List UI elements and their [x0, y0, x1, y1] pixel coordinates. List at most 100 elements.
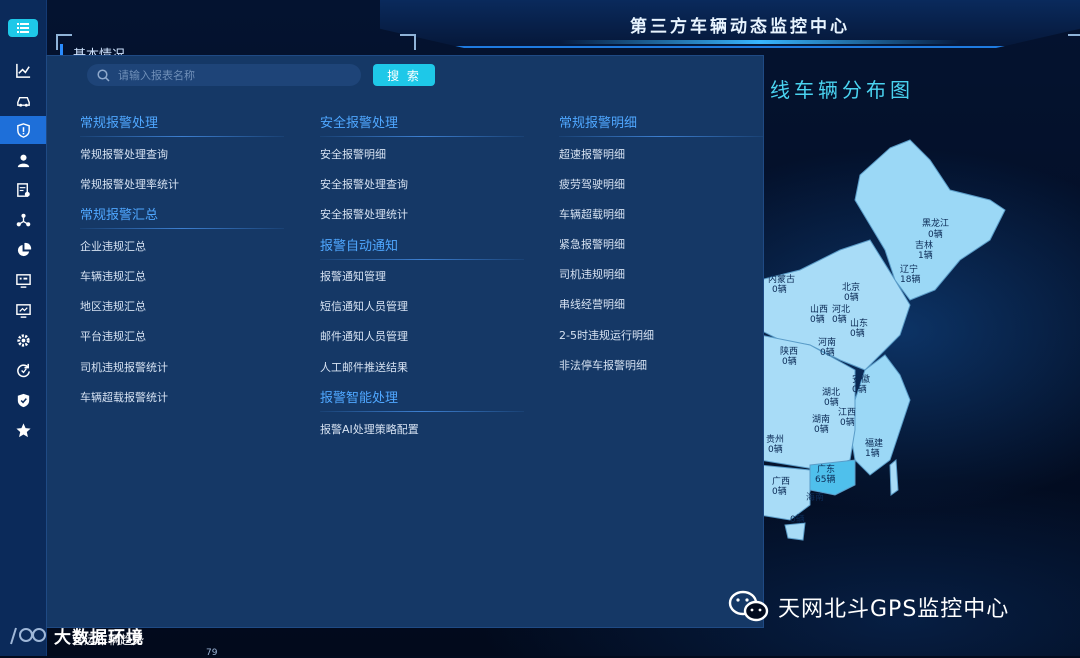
map-region-hainan [784, 522, 806, 541]
wechat-watermark: 天网北斗GPS监控中心 [728, 590, 1009, 624]
wechat-icon [728, 590, 769, 622]
trend-chart-icon[interactable] [0, 56, 46, 84]
icon-sidebar [0, 0, 47, 656]
brand-logo-icon [10, 627, 46, 645]
map-label-hainan: 海南 [806, 491, 824, 503]
menu-link[interactable]: 企业违规汇总 [80, 238, 146, 254]
map-label-jiangxi: 江西 [838, 407, 856, 418]
search-box [87, 64, 361, 86]
menu-link[interactable]: 短信通知人员管理 [320, 298, 408, 314]
menu-link[interactable]: 疲劳驾驶明细 [559, 176, 625, 192]
frame-corner [400, 34, 416, 50]
map-label-heilongjiang: 黑龙江 [922, 217, 949, 229]
menu-link[interactable]: 地区违规汇总 [80, 298, 146, 314]
map-region-taiwan [889, 458, 899, 496]
menu-link[interactable]: 安全报警处理统计 [320, 206, 408, 222]
search-input[interactable] [116, 67, 350, 83]
map-title: 线车辆分布图 [770, 78, 914, 102]
map-count-hubei: 0辆 [824, 396, 839, 408]
menu-link[interactable]: 报警AI处理策略配置 [320, 421, 419, 437]
menu-link[interactable]: 紧急报警明细 [559, 236, 625, 252]
shield-icon[interactable] [0, 386, 46, 414]
map-count-guangxi: 0辆 [772, 485, 787, 497]
bottom-section-label: 营运车辆趋势 [72, 633, 145, 647]
menu-link[interactable]: 串线经营明细 [559, 296, 625, 312]
map-count-fujian: 1辆 [865, 447, 880, 459]
map-count-jilin: 1辆 [918, 249, 933, 261]
map-label-guizhou: 贵州 [766, 433, 784, 445]
list-menu-icon[interactable] [8, 19, 38, 37]
map-label-beijing: 北京 [842, 281, 860, 293]
map-count-henan: 0辆 [820, 346, 835, 358]
map-count-guangdong: 65辆 [815, 473, 835, 485]
map-label-hebei: 河北 [832, 303, 850, 315]
map-region-east [849, 354, 911, 476]
map-label-hunan: 湖南 [812, 413, 830, 425]
menu-link[interactable]: 报警通知管理 [320, 268, 386, 284]
refresh-shield-icon[interactable] [0, 356, 46, 384]
pie-chart-icon[interactable] [0, 236, 46, 264]
map-count-jiangxi: 0辆 [840, 416, 855, 428]
network-icon[interactable] [0, 206, 46, 234]
map-count-shaanxi: 0辆 [782, 355, 797, 367]
map-count-shandong: 0辆 [850, 327, 865, 339]
menu-link[interactable]: 常规报警处理查询 [80, 146, 168, 162]
user-icon[interactable] [0, 146, 46, 174]
screen-settings-icon[interactable] [0, 296, 46, 324]
car-icon[interactable] [0, 86, 46, 114]
monitor-icon[interactable] [0, 266, 46, 294]
report-menu-panel: 搜 索 常规报警处理 常规报警处理查询 常规报警处理率统计 常规报警汇总 企业违… [46, 55, 764, 628]
header-glow [560, 40, 960, 44]
map-label-neimenggu: 内蒙古 [768, 273, 795, 285]
menu-link[interactable]: 超速报警明细 [559, 146, 625, 162]
map-count-shanxi: 0辆 [810, 313, 825, 325]
group-title-regular-alarm-summary[interactable]: 常规报警汇总 [80, 204, 284, 229]
map-count-hainan: 0辆 [790, 513, 805, 525]
map-count-hebei: 0辆 [832, 313, 847, 325]
map-label-fujian: 福建 [865, 437, 883, 449]
document-settings-icon[interactable] [0, 176, 46, 204]
search-button[interactable]: 搜 索 [373, 64, 435, 86]
menu-link[interactable]: 司机违规明细 [559, 266, 625, 282]
map-label-liaoning: 辽宁 [900, 263, 918, 275]
map-count-anhui: 0辆 [852, 383, 867, 395]
map-count-liaoning: 18辆 [900, 273, 920, 285]
star-icon[interactable] [0, 416, 46, 444]
menu-link[interactable]: 平台违规汇总 [80, 328, 146, 344]
map-count-heilongjiang: 0辆 [928, 228, 943, 240]
menu-link[interactable]: 车辆违规汇总 [80, 268, 146, 284]
map-label-hubei: 湖北 [822, 387, 840, 398]
frame-corner [1068, 34, 1080, 50]
group-title-regular-alarm-detail[interactable]: 常规报警明细 [559, 112, 763, 137]
map-label-shanxi: 山西 [810, 304, 828, 315]
map-count-guizhou: 0辆 [768, 443, 783, 455]
group-title-safety-alarm-handling[interactable]: 安全报警处理 [320, 112, 524, 137]
map-label-shandong: 山东 [850, 317, 868, 329]
menu-link[interactable]: 2-5时违规运行明细 [559, 327, 654, 343]
group-title-alarm-auto-notify[interactable]: 报警自动通知 [320, 235, 524, 260]
menu-link[interactable]: 常规报警处理率统计 [80, 176, 179, 192]
menu-link[interactable]: 邮件通知人员管理 [320, 328, 408, 344]
menu-link[interactable]: 车辆超载报警统计 [80, 389, 168, 405]
menu-link[interactable]: 安全报警明细 [320, 146, 386, 162]
map-count-hunan: 0辆 [814, 423, 829, 435]
map-label-jilin: 吉林 [915, 239, 933, 251]
menu-link[interactable]: 车辆超载明细 [559, 206, 625, 222]
menu-link[interactable]: 非法停车报警明细 [559, 357, 647, 373]
group-title-regular-alarm-handling[interactable]: 常规报警处理 [80, 112, 284, 137]
watermark-text: 天网北斗GPS监控中心 [778, 597, 1010, 622]
china-map: 黑龙江 0辆 吉林 1辆 辽宁 18辆 内蒙古 0辆 北京 0辆 山西 0辆 山… [760, 139, 1006, 541]
page-title: 第三方车辆动态监控中心 [630, 17, 850, 37]
menu-link[interactable]: 司机违规报警统计 [80, 359, 168, 375]
menu-link[interactable]: 人工邮件推送结果 [320, 359, 408, 375]
map-label-guangxi: 广西 [772, 475, 790, 487]
map-label-anhui: 安徽 [852, 373, 870, 385]
group-title-alarm-smart-handling[interactable]: 报警智能处理 [320, 387, 524, 412]
bottom-number: 79 [206, 648, 218, 658]
map-label-henan: 河南 [818, 336, 836, 348]
shield-alarm-icon[interactable] [0, 116, 46, 144]
map-count-beijing: 0辆 [844, 291, 859, 303]
menu-link[interactable]: 安全报警处理查询 [320, 176, 408, 192]
gear-icon[interactable] [0, 326, 46, 354]
map-label-shaanxi: 陕西 [780, 345, 798, 357]
